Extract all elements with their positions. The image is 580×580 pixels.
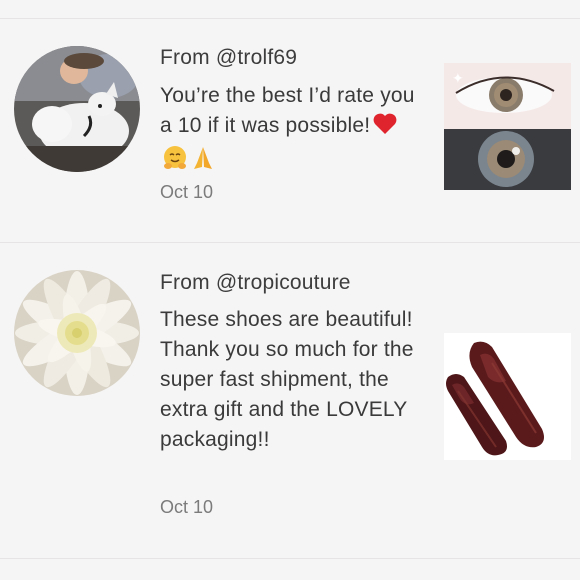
review-thumbnail[interactable] — [444, 333, 571, 460]
hugging-face-icon — [162, 145, 188, 180]
dog-on-bed-photo — [14, 46, 140, 172]
review-text: These shoes are beautiful! Thank you so … — [160, 308, 414, 451]
review-thumbnail[interactable]: ✦ — [444, 63, 571, 190]
svg-text:✦: ✦ — [452, 70, 464, 86]
reviewer-avatar[interactable] — [14, 46, 140, 172]
bottom-divider — [0, 558, 580, 559]
review-divider — [0, 242, 580, 243]
folded-hands-icon — [190, 145, 216, 180]
heart-icon — [372, 112, 398, 145]
review-date: Oct 10 — [160, 182, 214, 202]
reviewer-handle[interactable]: From @trolf69 — [160, 46, 297, 70]
white-dahlia-photo — [14, 270, 140, 396]
review-date: Oct 10 — [160, 497, 214, 517]
colored-contact-lens-photo: ✦ — [444, 63, 571, 190]
top-divider — [0, 18, 580, 19]
reviewer-handle[interactable]: From @tropicouture — [160, 271, 351, 295]
reviewer-avatar[interactable] — [14, 270, 140, 396]
burgundy-loafers-photo — [444, 333, 571, 460]
review-text: You’re the best I’d rate you a 10 if it … — [160, 81, 422, 180]
